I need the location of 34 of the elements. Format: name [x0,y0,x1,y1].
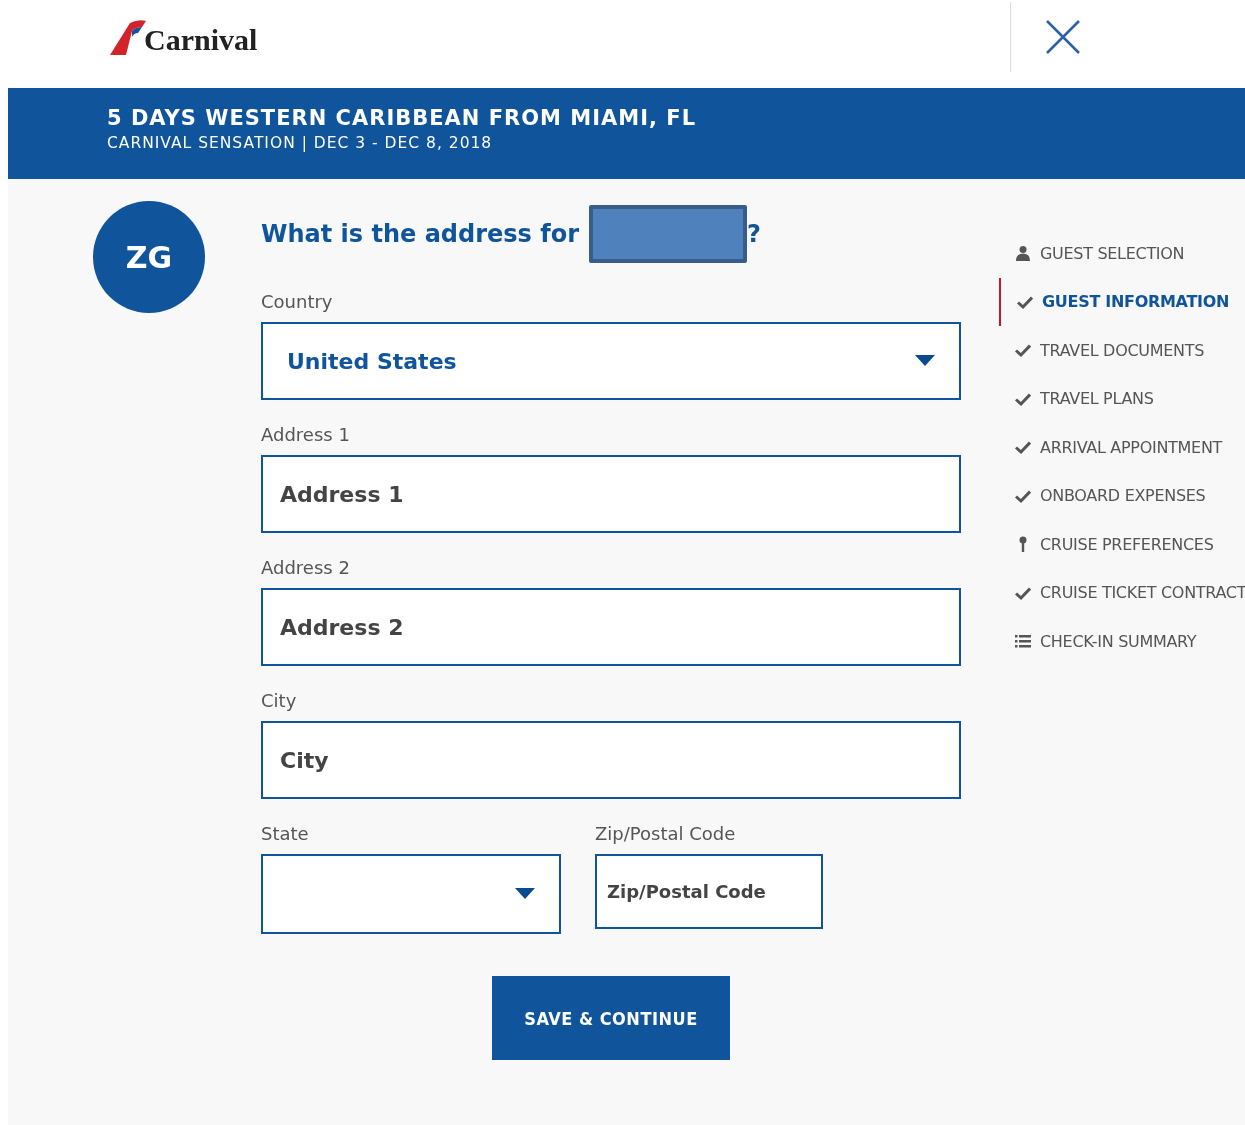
field-label: Address 2 [261,557,351,578]
progress-step[interactable]: ONBOARD EXPENSES [999,471,1245,520]
field-label: State [261,823,310,844]
input-field[interactable]: Address 2 [261,588,961,666]
field-label: City [261,690,298,711]
caret-icon [515,888,535,900]
input-field[interactable]: Address 1 [261,455,961,533]
caret-icon [915,355,935,367]
progress-step[interactable]: ARRIVAL APPOINTMENT [999,423,1245,472]
input-field[interactable]: City [261,721,961,799]
carnival-logo[interactable]: Carnival [108,17,258,57]
progress-step[interactable]: TRAVEL DOCUMENTS [999,326,1245,375]
progress-step[interactable]: CHECK-IN SUMMARY [999,617,1245,666]
dropdown-field[interactable]: United States [261,322,961,400]
progress-step[interactable]: GUEST SELECTION [999,229,1245,278]
guest-initials-avatar: ZG [93,201,205,313]
trip-details: CARNIVAL SENSATION | DEC 3 - DEC 8, 2018 [107,134,494,152]
progress-step[interactable]: CRUISE PREFERENCES [999,520,1245,569]
close-icon[interactable] [1046,20,1080,54]
progress-step[interactable]: GUEST INFORMATION [999,277,1245,326]
progress-step[interactable]: TRAVEL PLANS [999,374,1245,423]
input-field[interactable]: Zip/Postal Code [595,854,823,929]
checkmark-icon [1015,342,1031,359]
question-mark: ? [747,220,761,248]
field-label: Zip/Postal Code [595,823,737,844]
question-heading: What is the address for [261,220,579,248]
field-label: Country [261,291,334,312]
dropdown-field[interactable] [261,854,561,934]
save-continue-button[interactable]: SAVE & CONTINUE [492,976,730,1060]
list-icon [1015,633,1031,650]
person-icon [1015,245,1031,262]
trip-title: 5 DAYS WESTERN CARIBBEAN FROM MIAMI, FL [107,106,697,130]
field-label: Address 1 [261,424,351,445]
checkmark-icon [1015,439,1031,456]
